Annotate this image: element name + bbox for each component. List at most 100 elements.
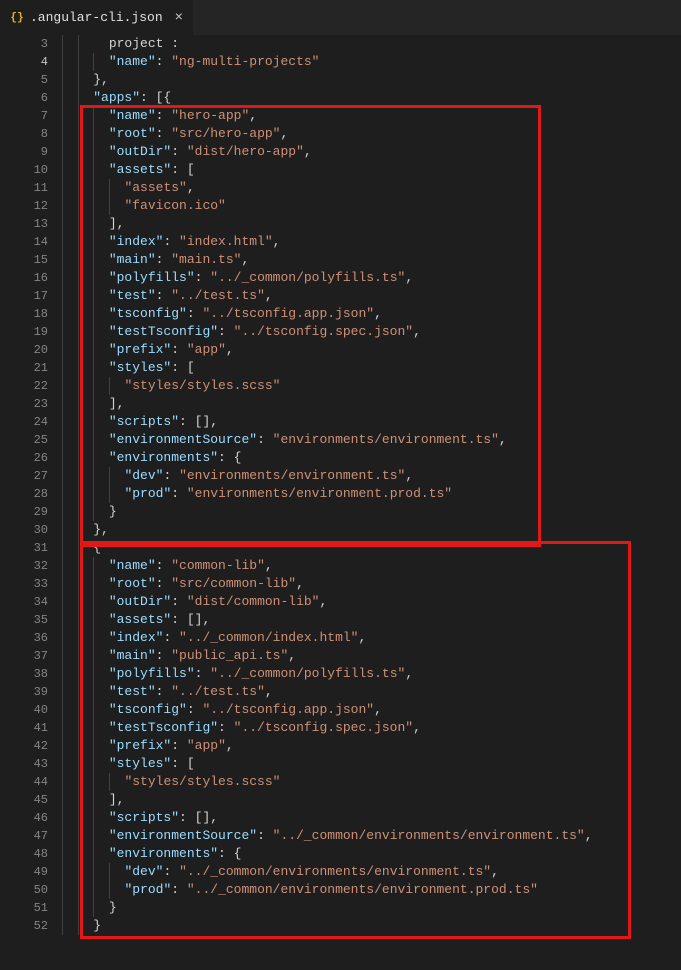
code-line[interactable]: 46 "scripts": [], <box>0 809 681 827</box>
code-content[interactable]: "prod": "environments/environment.prod.t… <box>62 485 681 503</box>
code-content[interactable]: "dev": "environments/environment.ts", <box>62 467 681 485</box>
code-line[interactable]: 20 "prefix": "app", <box>0 341 681 359</box>
code-line[interactable]: 40 "tsconfig": "../tsconfig.app.json", <box>0 701 681 719</box>
code-content[interactable]: } <box>62 917 681 935</box>
code-content[interactable]: "root": "src/hero-app", <box>62 125 681 143</box>
code-content[interactable]: "name": "ng-multi-projects" <box>62 53 681 71</box>
code-content[interactable]: "testTsconfig": "../tsconfig.spec.json", <box>62 719 681 737</box>
code-content[interactable]: "testTsconfig": "../tsconfig.spec.json", <box>62 323 681 341</box>
code-content[interactable]: "prefix": "app", <box>62 737 681 755</box>
code-content[interactable]: "main": "public_api.ts", <box>62 647 681 665</box>
code-line[interactable]: 17 "test": "../test.ts", <box>0 287 681 305</box>
code-content[interactable]: "index": "index.html", <box>62 233 681 251</box>
code-line[interactable]: 16 "polyfills": "../_common/polyfills.ts… <box>0 269 681 287</box>
code-content[interactable]: "polyfills": "../_common/polyfills.ts", <box>62 665 681 683</box>
code-content[interactable]: } <box>62 899 681 917</box>
code-line[interactable]: 41 "testTsconfig": "../tsconfig.spec.jso… <box>0 719 681 737</box>
code-line[interactable]: 23 ], <box>0 395 681 413</box>
code-line[interactable]: 10 "assets": [ <box>0 161 681 179</box>
code-content[interactable]: "index": "../_common/index.html", <box>62 629 681 647</box>
code-line[interactable]: 15 "main": "main.ts", <box>0 251 681 269</box>
code-content[interactable]: "environments": { <box>62 845 681 863</box>
code-line[interactable]: 45 ], <box>0 791 681 809</box>
code-line[interactable]: 18 "tsconfig": "../tsconfig.app.json", <box>0 305 681 323</box>
code-editor[interactable]: 3 project : 4 "name": "ng-multi-projects… <box>0 35 681 970</box>
code-content[interactable]: "environments": { <box>62 449 681 467</box>
code-line[interactable]: 25 "environmentSource": "environments/en… <box>0 431 681 449</box>
code-content[interactable]: }, <box>62 521 681 539</box>
code-line[interactable]: 48 "environments": { <box>0 845 681 863</box>
code-line[interactable]: 33 "root": "src/common-lib", <box>0 575 681 593</box>
code-content[interactable]: "favicon.ico" <box>62 197 681 215</box>
code-content[interactable]: "styles/styles.scss" <box>62 773 681 791</box>
code-content[interactable]: } <box>62 503 681 521</box>
code-line[interactable]: 14 "index": "index.html", <box>0 233 681 251</box>
code-line[interactable]: 30 }, <box>0 521 681 539</box>
code-line[interactable]: 29 } <box>0 503 681 521</box>
code-line[interactable]: 12 "favicon.ico" <box>0 197 681 215</box>
code-line[interactable]: 5 }, <box>0 71 681 89</box>
code-line[interactable]: 9 "outDir": "dist/hero-app", <box>0 143 681 161</box>
code-line[interactable]: 35 "assets": [], <box>0 611 681 629</box>
code-content[interactable]: "assets", <box>62 179 681 197</box>
code-line[interactable]: 4 "name": "ng-multi-projects" <box>0 53 681 71</box>
code-line[interactable]: 6 "apps": [{ <box>0 89 681 107</box>
code-line[interactable]: 19 "testTsconfig": "../tsconfig.spec.jso… <box>0 323 681 341</box>
code-line[interactable]: 27 "dev": "environments/environment.ts", <box>0 467 681 485</box>
code-content[interactable]: "root": "src/common-lib", <box>62 575 681 593</box>
code-line[interactable]: 8 "root": "src/hero-app", <box>0 125 681 143</box>
code-content[interactable]: ], <box>62 791 681 809</box>
code-line[interactable]: 3 project : <box>0 35 681 53</box>
code-line[interactable]: 38 "polyfills": "../_common/polyfills.ts… <box>0 665 681 683</box>
code-content[interactable]: "scripts": [], <box>62 809 681 827</box>
code-line[interactable]: 44 "styles/styles.scss" <box>0 773 681 791</box>
code-line[interactable]: 34 "outDir": "dist/common-lib", <box>0 593 681 611</box>
code-content[interactable]: "assets": [], <box>62 611 681 629</box>
code-line[interactable]: 11 "assets", <box>0 179 681 197</box>
editor-tab[interactable]: {} .angular-cli.json × <box>0 0 194 35</box>
code-content[interactable]: "polyfills": "../_common/polyfills.ts", <box>62 269 681 287</box>
code-content[interactable]: "main": "main.ts", <box>62 251 681 269</box>
code-line[interactable]: 50 "prod": "../_common/environments/envi… <box>0 881 681 899</box>
code-content[interactable]: "test": "../test.ts", <box>62 683 681 701</box>
code-line[interactable]: 22 "styles/styles.scss" <box>0 377 681 395</box>
code-content[interactable]: "tsconfig": "../tsconfig.app.json", <box>62 701 681 719</box>
code-content[interactable]: "scripts": [], <box>62 413 681 431</box>
code-content[interactable]: "outDir": "dist/common-lib", <box>62 593 681 611</box>
code-content[interactable]: "styles/styles.scss" <box>62 377 681 395</box>
code-line[interactable]: 26 "environments": { <box>0 449 681 467</box>
code-content[interactable]: "assets": [ <box>62 161 681 179</box>
code-content[interactable]: project : <box>62 35 681 53</box>
code-content[interactable]: "apps": [{ <box>62 89 681 107</box>
code-content[interactable]: ], <box>62 395 681 413</box>
code-line[interactable]: 24 "scripts": [], <box>0 413 681 431</box>
code-content[interactable]: "dev": "../_common/environments/environm… <box>62 863 681 881</box>
code-line[interactable]: 47 "environmentSource": "../_common/envi… <box>0 827 681 845</box>
code-line[interactable]: 52 } <box>0 917 681 935</box>
code-content[interactable]: "environmentSource": "environments/envir… <box>62 431 681 449</box>
code-line[interactable]: 13 ], <box>0 215 681 233</box>
code-line[interactable]: 42 "prefix": "app", <box>0 737 681 755</box>
code-content[interactable]: "environmentSource": "../_common/environ… <box>62 827 681 845</box>
code-line[interactable]: 49 "dev": "../_common/environments/envir… <box>0 863 681 881</box>
code-content[interactable]: "name": "hero-app", <box>62 107 681 125</box>
code-line[interactable]: 31 { <box>0 539 681 557</box>
code-content[interactable]: "tsconfig": "../tsconfig.app.json", <box>62 305 681 323</box>
code-line[interactable]: 39 "test": "../test.ts", <box>0 683 681 701</box>
code-line[interactable]: 7 "name": "hero-app", <box>0 107 681 125</box>
code-content[interactable]: "prefix": "app", <box>62 341 681 359</box>
code-line[interactable]: 21 "styles": [ <box>0 359 681 377</box>
code-content[interactable]: { <box>62 539 681 557</box>
code-line[interactable]: 36 "index": "../_common/index.html", <box>0 629 681 647</box>
code-line[interactable]: 37 "main": "public_api.ts", <box>0 647 681 665</box>
code-content[interactable]: "name": "common-lib", <box>62 557 681 575</box>
code-content[interactable]: }, <box>62 71 681 89</box>
code-line[interactable]: 51 } <box>0 899 681 917</box>
code-content[interactable]: ], <box>62 215 681 233</box>
code-content[interactable]: "test": "../test.ts", <box>62 287 681 305</box>
code-content[interactable]: "styles": [ <box>62 359 681 377</box>
code-content[interactable]: "styles": [ <box>62 755 681 773</box>
close-icon[interactable]: × <box>175 11 183 25</box>
code-content[interactable]: "outDir": "dist/hero-app", <box>62 143 681 161</box>
code-line[interactable]: 28 "prod": "environments/environment.pro… <box>0 485 681 503</box>
